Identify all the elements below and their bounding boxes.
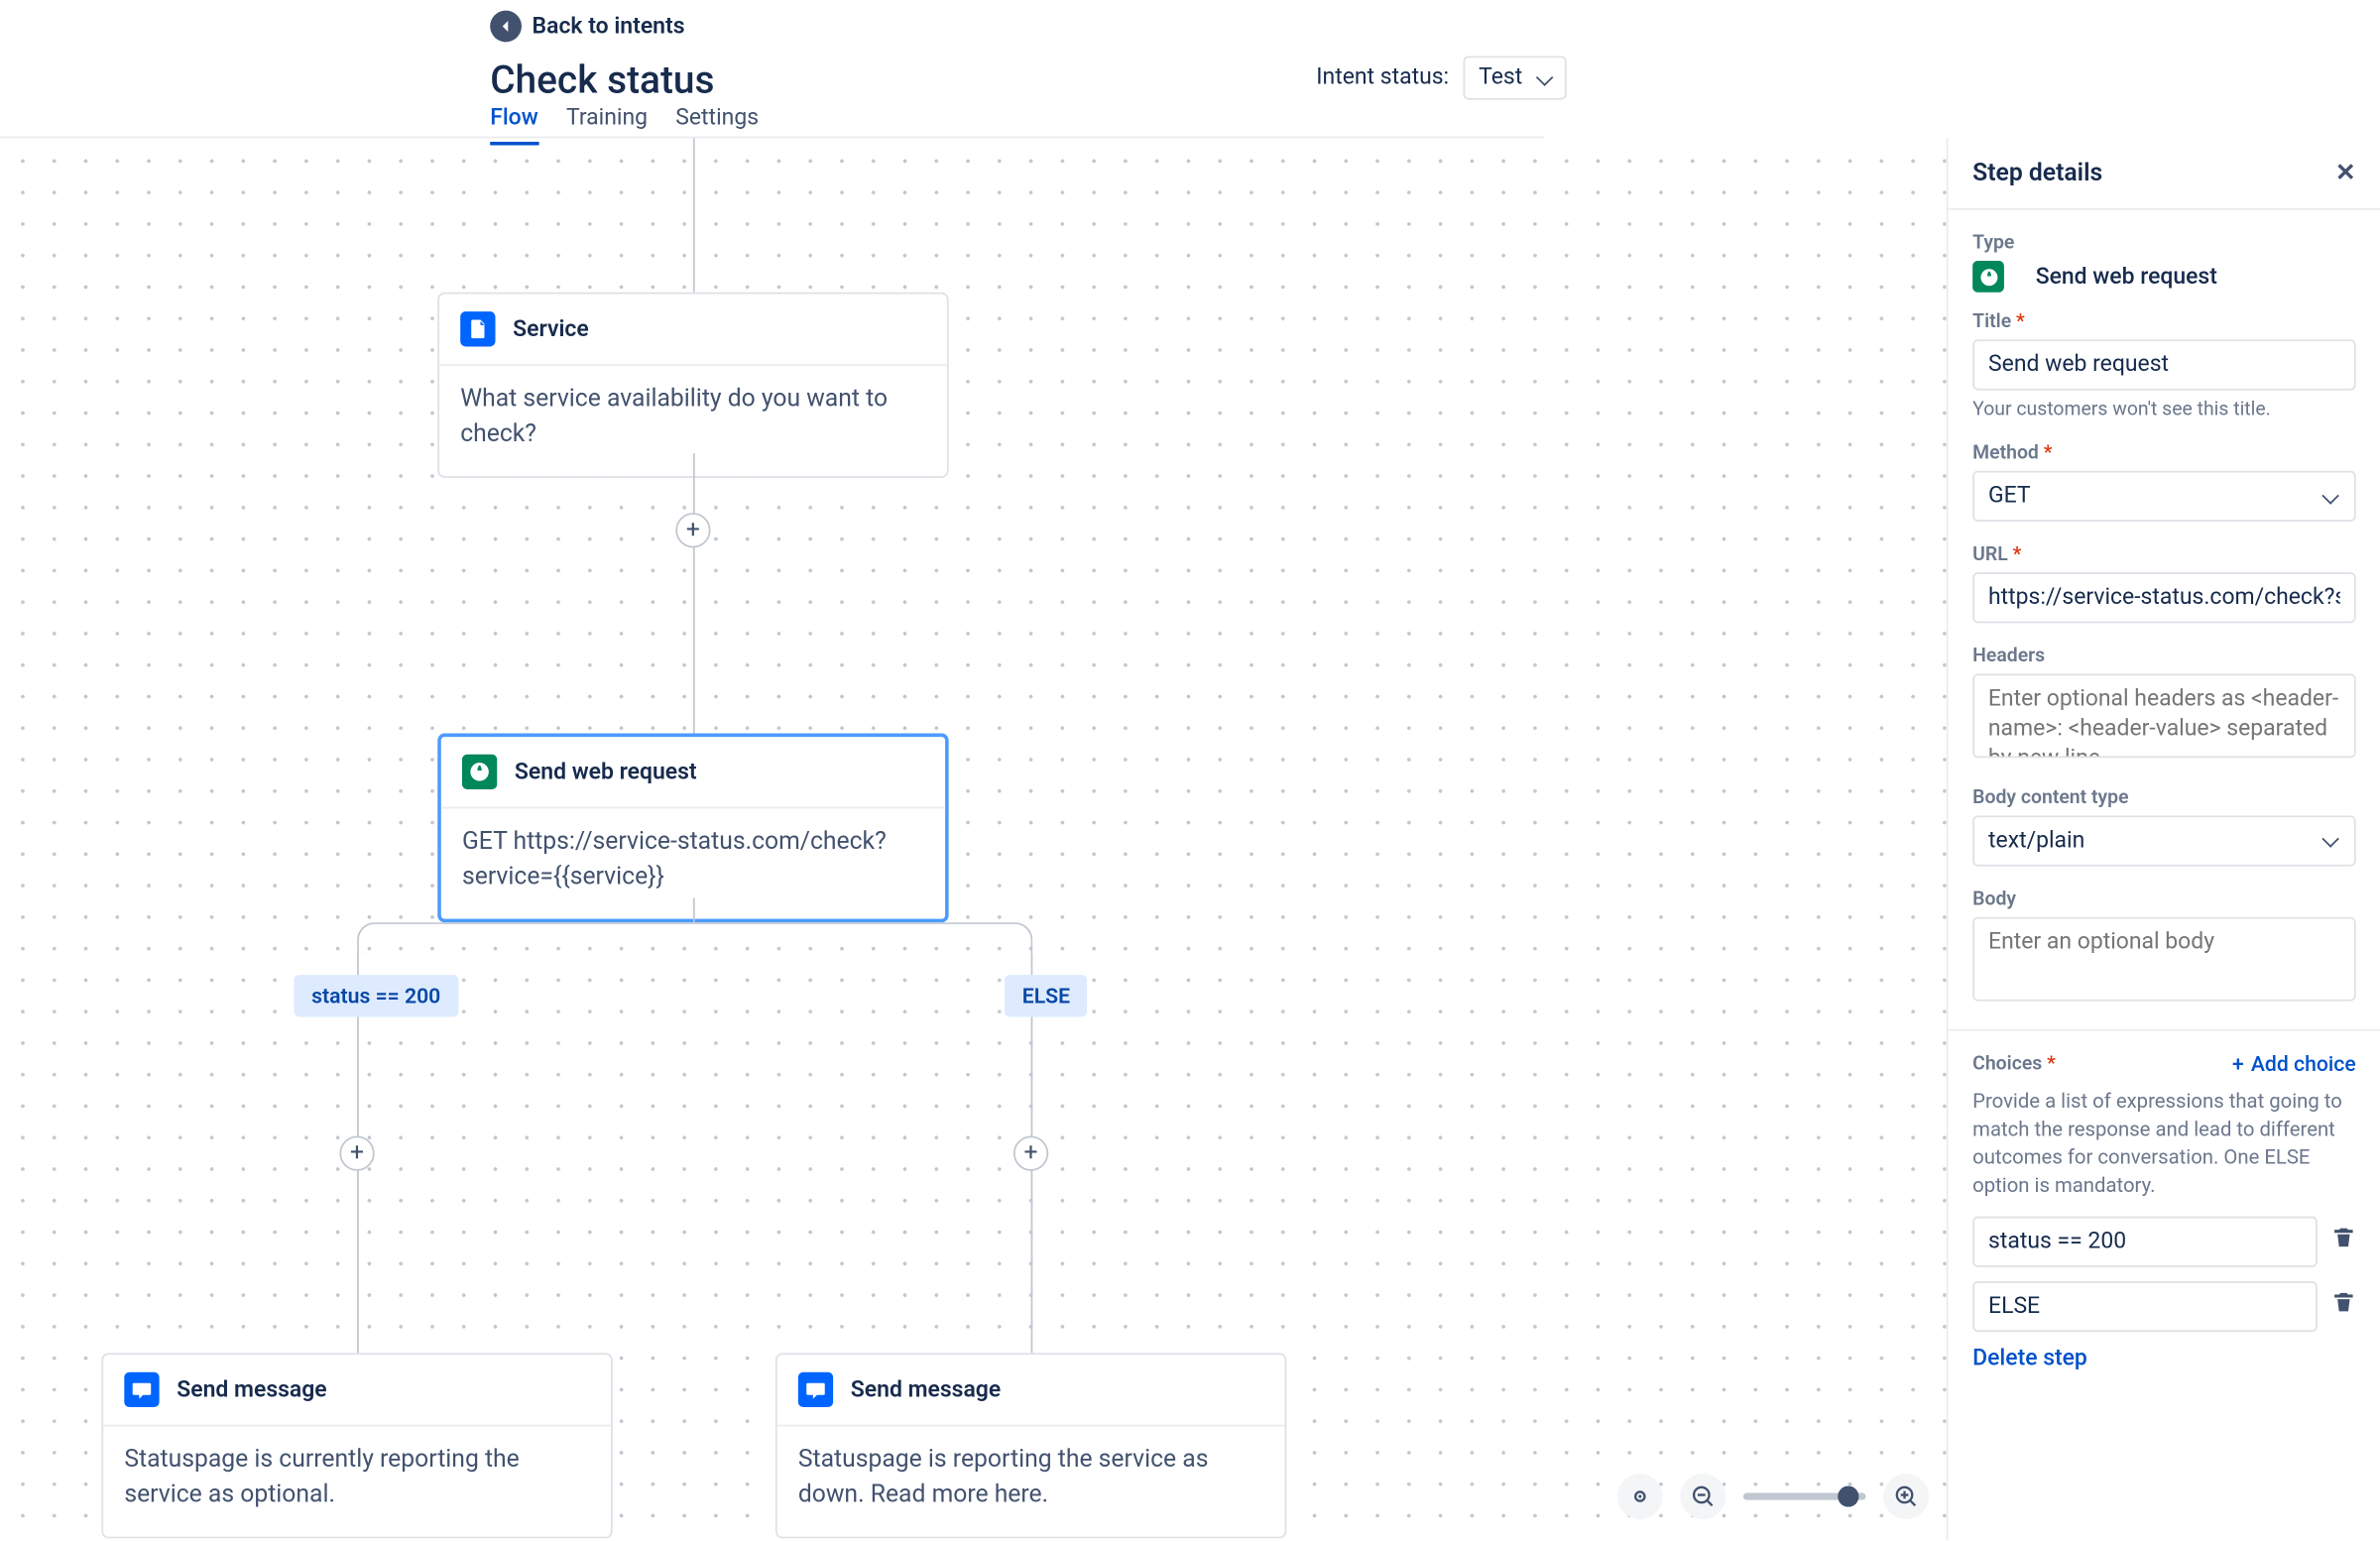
url-input[interactable] <box>1972 572 2356 623</box>
url-label: URL <box>1972 542 2356 565</box>
node-service-title: Service <box>513 316 589 342</box>
node-send-web-request[interactable]: Send web request GET https://service-sta… <box>437 734 948 923</box>
connector-line <box>693 453 695 733</box>
choice-input-1[interactable] <box>1972 1281 2318 1332</box>
title-input[interactable] <box>1972 339 2356 390</box>
intent-status-label: Intent status: <box>1316 64 1449 90</box>
bodytype-select[interactable]: text/plain <box>1972 815 2356 866</box>
intent-status-value: Test <box>1479 64 1522 90</box>
node-request-title: Send web request <box>515 759 697 784</box>
delete-choice-button[interactable] <box>2331 1291 2356 1323</box>
body-textarea[interactable] <box>1972 916 2356 1000</box>
add-step-button[interactable]: + <box>1013 1135 1048 1170</box>
method-select[interactable]: GET <box>1972 471 2356 522</box>
connector-line <box>693 897 695 922</box>
choice-input-0[interactable] <box>1972 1217 2318 1267</box>
flow-canvas[interactable]: Service What service availability do you… <box>0 138 1947 1540</box>
body-label: Body <box>1972 887 2356 909</box>
choices-label: Choices <box>1972 1052 2056 1075</box>
zoom-in-button[interactable] <box>1883 1474 1929 1519</box>
panel-divider <box>1948 1028 2380 1030</box>
intent-status-select[interactable]: Test <box>1463 56 1566 99</box>
method-label: Method <box>1972 441 2356 464</box>
step-details-panel: Step details ✕ Type Send web request Tit… <box>1947 138 2380 1540</box>
choice-row <box>1972 1217 2356 1267</box>
recenter-button[interactable] <box>1617 1474 1663 1519</box>
connector-branch <box>357 922 693 954</box>
message-icon <box>798 1372 833 1407</box>
node-leaf-left-title: Send message <box>177 1376 326 1402</box>
close-icon[interactable]: ✕ <box>2335 160 2356 187</box>
bodytype-value: text/plain <box>1988 827 2084 853</box>
panel-title: Step details <box>1972 160 2102 187</box>
choices-description: Provide a list of expressions that going… <box>1972 1086 2356 1199</box>
node-send-message-left[interactable]: Send message Statuspage is currently rep… <box>101 1353 612 1538</box>
node-leaf-right-title: Send message <box>851 1376 1001 1402</box>
zoom-out-button[interactable] <box>1680 1474 1726 1519</box>
choice-row <box>1972 1281 2356 1332</box>
type-label: Type <box>1972 231 2356 254</box>
message-icon <box>124 1372 159 1407</box>
node-leaf-left-body: Statuspage is currently reporting the se… <box>103 1426 611 1537</box>
type-value: Send web request <box>2036 264 2217 290</box>
node-send-message-right[interactable]: Send message Statuspage is reporting the… <box>775 1353 1286 1538</box>
add-step-button[interactable]: + <box>675 513 710 547</box>
delete-choice-button[interactable] <box>2331 1226 2356 1257</box>
headers-textarea[interactable] <box>1972 674 2356 758</box>
add-choice-button[interactable]: +Add choice <box>2232 1051 2356 1076</box>
back-to-intents-link[interactable]: Back to intents <box>490 11 684 43</box>
title-field-label: Title <box>1972 309 2356 332</box>
zoom-slider[interactable] <box>1743 1493 1866 1500</box>
connector-line <box>693 138 695 292</box>
headers-label: Headers <box>1972 645 2356 667</box>
web-request-icon <box>1972 261 2004 293</box>
node-leaf-right-body: Statuspage is reporting the service as d… <box>777 1426 1285 1537</box>
node-service[interactable]: Service What service availability do you… <box>437 293 948 478</box>
connector-branch <box>693 922 1032 954</box>
branch-label-status-200[interactable]: status == 200 <box>295 975 458 1016</box>
add-step-button[interactable]: + <box>339 1135 374 1170</box>
bodytype-label: Body content type <box>1972 785 2356 808</box>
canvas-toolbar <box>1617 1474 1929 1519</box>
back-arrow-icon <box>490 11 522 43</box>
back-label: Back to intents <box>533 13 685 39</box>
web-request-icon <box>462 755 497 789</box>
branch-label-else[interactable]: ELSE <box>1005 975 1088 1016</box>
title-help-text: Your customers won't see this title. <box>1972 398 2356 420</box>
delete-step-button[interactable]: Delete step <box>1972 1346 2356 1371</box>
method-value: GET <box>1988 483 2031 509</box>
document-icon <box>460 311 495 346</box>
